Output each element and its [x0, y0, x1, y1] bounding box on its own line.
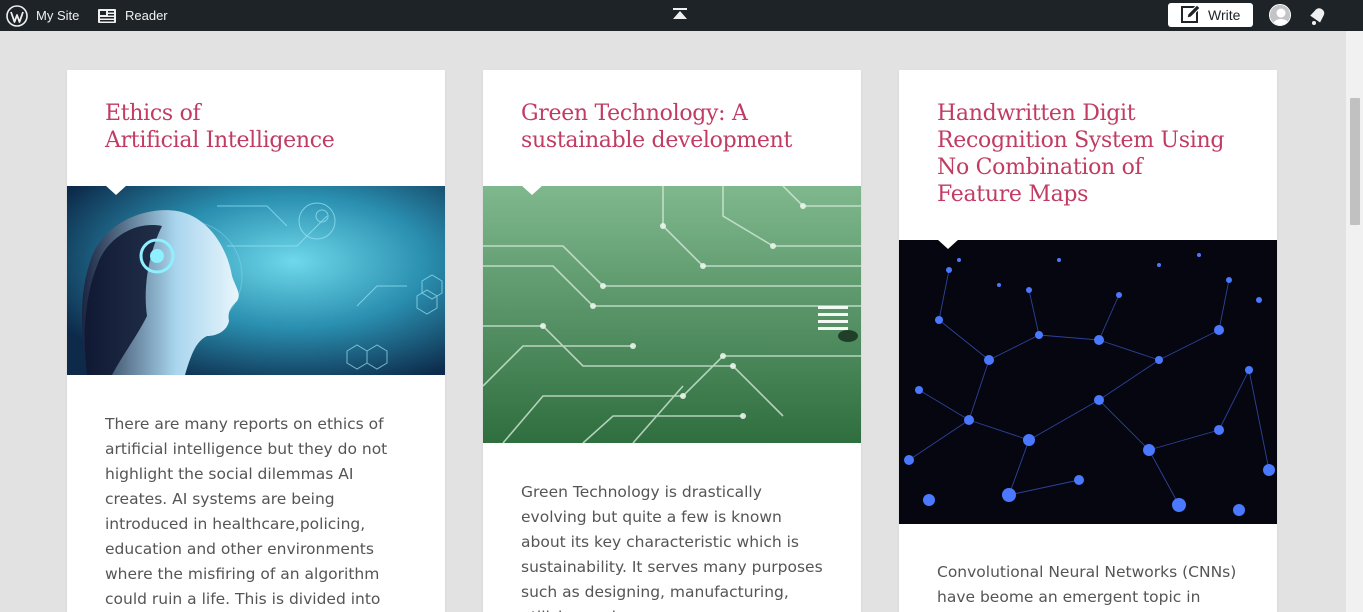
notifications-bell-icon[interactable] [1307, 4, 1329, 26]
post-title[interactable]: Ethics of Artificial Intelligence [105, 100, 425, 154]
my-site-link[interactable]: My Site [6, 0, 79, 31]
ai-robot-head-image[interactable] [67, 186, 445, 375]
post-title[interactable]: Green Technology: A sustainable developm… [521, 100, 841, 154]
image-notch [105, 186, 127, 195]
admin-bar: My Site Reader Write [0, 0, 1363, 31]
reader-label: Reader [125, 8, 168, 23]
post-excerpt: There are many reports on ethics of arti… [105, 415, 388, 608]
reader-link[interactable]: Reader [97, 0, 168, 31]
scrollbar-thumb[interactable] [1350, 98, 1360, 225]
post-title[interactable]: Handwritten Digit Recognition System Usi… [937, 100, 1257, 208]
avatar[interactable] [1269, 4, 1291, 26]
image-notch [937, 240, 959, 249]
write-button[interactable]: Write [1168, 3, 1253, 27]
reader-icon [97, 7, 117, 25]
post-card[interactable]: Handwritten Digit Recognition System Usi… [899, 70, 1277, 612]
write-label: Write [1208, 7, 1241, 23]
my-site-label: My Site [36, 8, 80, 23]
post-card[interactable]: Green Technology: A sustainable developm… [483, 70, 861, 612]
neural-network-image[interactable] [899, 240, 1277, 524]
image-notch [521, 186, 543, 195]
wordpress-logo-icon [6, 4, 28, 27]
post-excerpt: Convolutional Neural Networks (CNNs) hav… [937, 563, 1237, 606]
post-card[interactable]: Ethics of Artificial Intelligence There … [67, 70, 445, 612]
page-scrollbar[interactable] [1346, 31, 1363, 612]
collapse-icon[interactable] [670, 6, 690, 24]
post-excerpt: Green Technology is drastically evolving… [521, 483, 823, 612]
pencil-icon [1168, 3, 1208, 26]
circuit-board-image[interactable] [483, 186, 861, 443]
